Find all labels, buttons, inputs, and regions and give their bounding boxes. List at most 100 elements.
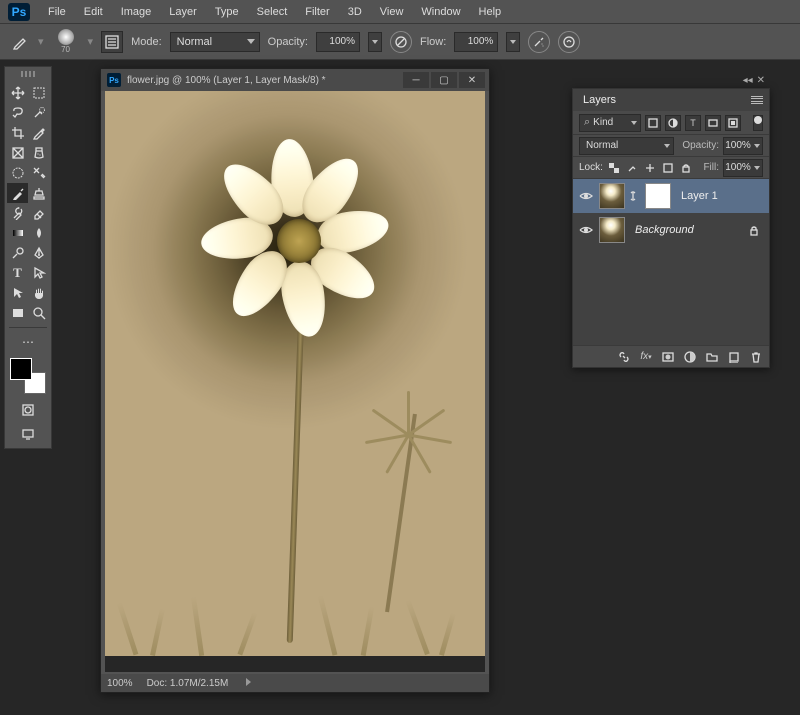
- brush-tool[interactable]: [7, 183, 28, 203]
- menu-file[interactable]: File: [40, 2, 74, 22]
- toolbox-grip[interactable]: [7, 71, 49, 79]
- filter-type-icon[interactable]: T: [685, 115, 701, 131]
- mask-thumb[interactable]: [645, 183, 671, 209]
- blend-mode-dropdown[interactable]: Normal: [170, 32, 260, 52]
- history-brush-tool[interactable]: [7, 203, 28, 223]
- lock-row: Lock: Fill: 100%: [573, 157, 769, 179]
- menu-help[interactable]: Help: [471, 2, 510, 22]
- color-swatches[interactable]: [8, 358, 48, 394]
- layer-item-background[interactable]: Background: [573, 213, 769, 247]
- canvas-area[interactable]: [105, 91, 485, 672]
- options-bar: ▾ 70 ▾ Mode: Normal Opacity: 100% Flow: …: [0, 24, 800, 60]
- link-layers-icon[interactable]: [615, 349, 633, 365]
- airbrush-icon[interactable]: [528, 31, 550, 53]
- eraser-tool[interactable]: [28, 203, 49, 223]
- path-select-tool[interactable]: [28, 263, 49, 283]
- filter-pixel-icon[interactable]: [645, 115, 661, 131]
- mask-icon[interactable]: [659, 349, 677, 365]
- gradient-tool[interactable]: [7, 223, 28, 243]
- menu-3d[interactable]: 3D: [340, 2, 370, 22]
- lock-position-icon[interactable]: [643, 161, 657, 175]
- zoom-tool[interactable]: [28, 303, 49, 323]
- mask-link-icon[interactable]: [629, 190, 641, 202]
- layers-tab[interactable]: Layers: [573, 89, 769, 111]
- panel-collapse-icon[interactable]: ◂◂: [743, 75, 753, 86]
- filter-smart-icon[interactable]: [725, 115, 741, 131]
- layer-item-layer1[interactable]: Layer 1: [573, 179, 769, 213]
- quickmask-toggle[interactable]: [17, 400, 39, 420]
- window-maximize-button[interactable]: ▢: [431, 72, 457, 88]
- eyedropper-tool[interactable]: [28, 123, 49, 143]
- dodge-tool[interactable]: [7, 243, 28, 263]
- menu-window[interactable]: Window: [413, 2, 468, 22]
- edit-toolbar[interactable]: ⋯: [7, 332, 49, 352]
- filter-adjust-icon[interactable]: [665, 115, 681, 131]
- document-titlebar[interactable]: Ps flower.jpg @ 100% (Layer 1, Layer Mas…: [101, 69, 489, 91]
- panel-menu-icon[interactable]: [749, 93, 765, 107]
- document-window: Ps flower.jpg @ 100% (Layer 1, Layer Mas…: [100, 68, 490, 693]
- layer-thumb[interactable]: [599, 217, 625, 243]
- type-tool[interactable]: T: [7, 263, 28, 283]
- flow-value[interactable]: 100%: [454, 32, 498, 52]
- menu-edit[interactable]: Edit: [76, 2, 111, 22]
- flow-caret[interactable]: [506, 32, 520, 52]
- blur-tool[interactable]: [28, 223, 49, 243]
- group-icon[interactable]: [703, 349, 721, 365]
- opacity-caret[interactable]: [368, 32, 382, 52]
- trash-icon[interactable]: [747, 349, 765, 365]
- fill-value[interactable]: 100%: [723, 159, 763, 177]
- opacity-value[interactable]: 100%: [316, 32, 360, 52]
- direct-select-tool[interactable]: [7, 283, 28, 303]
- menu-select[interactable]: Select: [249, 2, 296, 22]
- canvas[interactable]: [105, 91, 485, 656]
- pressure-opacity-icon[interactable]: [390, 31, 412, 53]
- crop-tool[interactable]: [7, 123, 28, 143]
- filter-kind-dropdown[interactable]: Kind: [579, 114, 641, 132]
- tool-preset-picker[interactable]: [10, 32, 30, 52]
- pressure-size-icon[interactable]: [558, 31, 580, 53]
- layer-name[interactable]: Background: [635, 224, 694, 236]
- rectangle-tool[interactable]: [7, 303, 28, 323]
- visibility-eye-icon[interactable]: [577, 187, 595, 205]
- foreground-swatch[interactable]: [10, 358, 32, 380]
- window-minimize-button[interactable]: ─: [403, 72, 429, 88]
- fx-icon[interactable]: fx▾: [637, 349, 655, 365]
- move-tool[interactable]: [7, 83, 28, 103]
- pen-tool[interactable]: [28, 243, 49, 263]
- lock-all-icon[interactable]: [679, 161, 693, 175]
- clone-stamp-tool[interactable]: [28, 183, 49, 203]
- menu-type[interactable]: Type: [207, 2, 247, 22]
- zoom-value[interactable]: 100%: [107, 678, 133, 689]
- panel-close-icon[interactable]: ✕: [757, 75, 765, 86]
- filter-toggle[interactable]: [753, 115, 763, 131]
- filter-shape-icon[interactable]: [705, 115, 721, 131]
- layer-name[interactable]: Layer 1: [681, 190, 718, 202]
- lock-artboard-icon[interactable]: [661, 161, 675, 175]
- frame-tool[interactable]: [7, 143, 28, 163]
- marquee-circle-tool[interactable]: [7, 163, 28, 183]
- menu-image[interactable]: Image: [113, 2, 160, 22]
- lasso-tool[interactable]: [7, 103, 28, 123]
- layer-blend-dropdown[interactable]: Normal: [579, 137, 674, 155]
- layer-opacity-value[interactable]: 100%: [723, 137, 763, 155]
- menu-filter[interactable]: Filter: [297, 2, 337, 22]
- layer-thumb[interactable]: [599, 183, 625, 209]
- toolbox: T ⋯: [4, 66, 52, 449]
- brush-panel-toggle[interactable]: [101, 31, 123, 53]
- patch-tool[interactable]: [28, 163, 49, 183]
- spot-heal-tool[interactable]: [28, 143, 49, 163]
- lock-transparent-icon[interactable]: [607, 161, 621, 175]
- adjustment-icon[interactable]: [681, 349, 699, 365]
- menu-view[interactable]: View: [372, 2, 412, 22]
- visibility-eye-icon[interactable]: [577, 221, 595, 239]
- quick-select-tool[interactable]: [28, 103, 49, 123]
- hand-tool[interactable]: [28, 283, 49, 303]
- menu-layer[interactable]: Layer: [161, 2, 205, 22]
- new-layer-icon[interactable]: [725, 349, 743, 365]
- marquee-tool[interactable]: [28, 83, 49, 103]
- doc-info[interactable]: Doc: 1.07M/2.15M: [147, 678, 252, 689]
- brush-preset-picker[interactable]: 70: [52, 29, 80, 54]
- lock-pixels-icon[interactable]: [625, 161, 639, 175]
- screenmode-toggle[interactable]: [17, 424, 39, 444]
- window-close-button[interactable]: ✕: [459, 72, 485, 88]
